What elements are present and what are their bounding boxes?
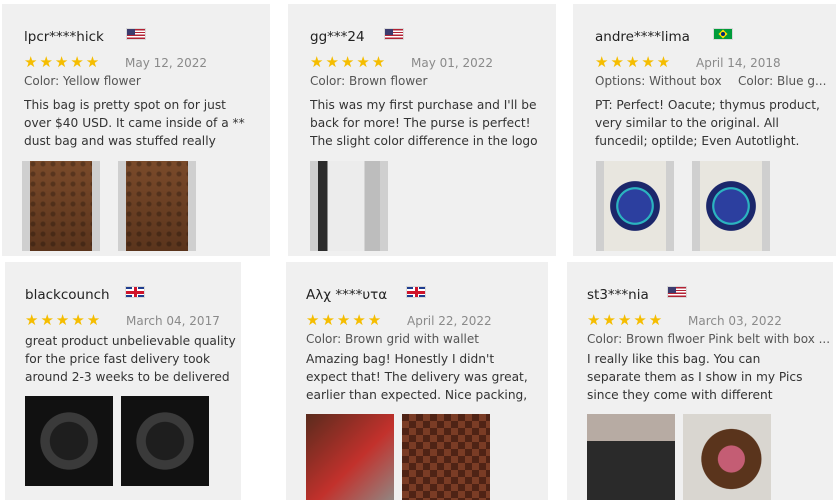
us-flag-icon [667, 286, 687, 298]
review-card: gg***24 ★★★★★ May 01, 2022 Color: Brown … [288, 4, 556, 256]
review-text: This bag is pretty spot on for just over… [24, 98, 245, 148]
review-text: great product unbelievable quality for t… [25, 334, 236, 384]
product-options: Color: Brown flower [310, 74, 428, 88]
review-photo[interactable] [22, 161, 100, 251]
review-card: andre****lima ★★★★★ April 14, 2018 Optio… [573, 4, 836, 256]
star-rating: ★★★★★ [310, 53, 388, 71]
product-options: Options: Without box Color: Blue g... [595, 74, 832, 88]
star-rating: ★★★★★ [306, 311, 384, 329]
review-card: st3***nia ★★★★★ March 03, 2022 Color: Br… [567, 262, 833, 500]
review-photo[interactable] [118, 161, 196, 251]
product-options: Color: Yellow flower [24, 74, 141, 88]
reviewer-name: Αλχ ****υτα [306, 287, 388, 303]
uk-flag-icon [125, 286, 145, 298]
star-rating: ★★★★★ [25, 311, 103, 329]
review-date: April 14, 2018 [696, 56, 781, 70]
reviewer-name: lpcr****hick [24, 29, 104, 45]
review-card: lpcr****hick ★★★★★ May 12, 2022 Color: Y… [2, 4, 270, 256]
review-photo[interactable] [596, 161, 674, 251]
review-photo[interactable] [402, 414, 490, 500]
review-text: PT: Perfect! Oacute; thymus product, ver… [595, 98, 820, 148]
review-date: March 03, 2022 [688, 314, 782, 328]
product-options: Color: Brown flwoer Pink belt with box .… [587, 332, 829, 346]
review-photo[interactable] [683, 414, 771, 500]
review-text: Amazing bag! Honestly I didn't expect th… [306, 352, 528, 402]
us-flag-icon [126, 28, 146, 40]
reviewer-name: andre****lima [595, 29, 690, 45]
reviewer-name: blackcounch [25, 287, 110, 303]
review-text: This was my first purchase and I'll be b… [310, 98, 538, 148]
review-photo[interactable] [587, 414, 675, 500]
review-text: I really like this bag. You can separate… [587, 352, 803, 402]
review-date: March 04, 2017 [126, 314, 220, 328]
reviewer-name: st3***nia [587, 287, 649, 303]
uk-flag-icon [406, 286, 426, 298]
reviewer-name: gg***24 [310, 29, 365, 45]
review-photo[interactable] [121, 396, 209, 486]
option-without-box: Options: Without box [595, 74, 722, 88]
review-card: Αλχ ****υτα ★★★★★ April 22, 2022 Color: … [286, 262, 548, 500]
review-date: May 01, 2022 [411, 56, 494, 70]
star-rating: ★★★★★ [24, 53, 102, 71]
review-photo[interactable] [306, 414, 394, 500]
review-date: April 22, 2022 [407, 314, 492, 328]
us-flag-icon [384, 28, 404, 40]
star-rating: ★★★★★ [595, 53, 673, 71]
brazil-flag-icon [713, 28, 733, 40]
review-card: blackcounch ★★★★★ March 04, 2017 great p… [5, 262, 241, 500]
review-photo[interactable] [25, 396, 113, 486]
product-options: Color: Brown grid with wallet [306, 332, 479, 346]
review-photo[interactable] [692, 161, 770, 251]
review-date: May 12, 2022 [125, 56, 208, 70]
star-rating: ★★★★★ [587, 311, 665, 329]
option-color: Color: Blue g... [738, 74, 827, 88]
review-photo[interactable] [310, 161, 388, 251]
